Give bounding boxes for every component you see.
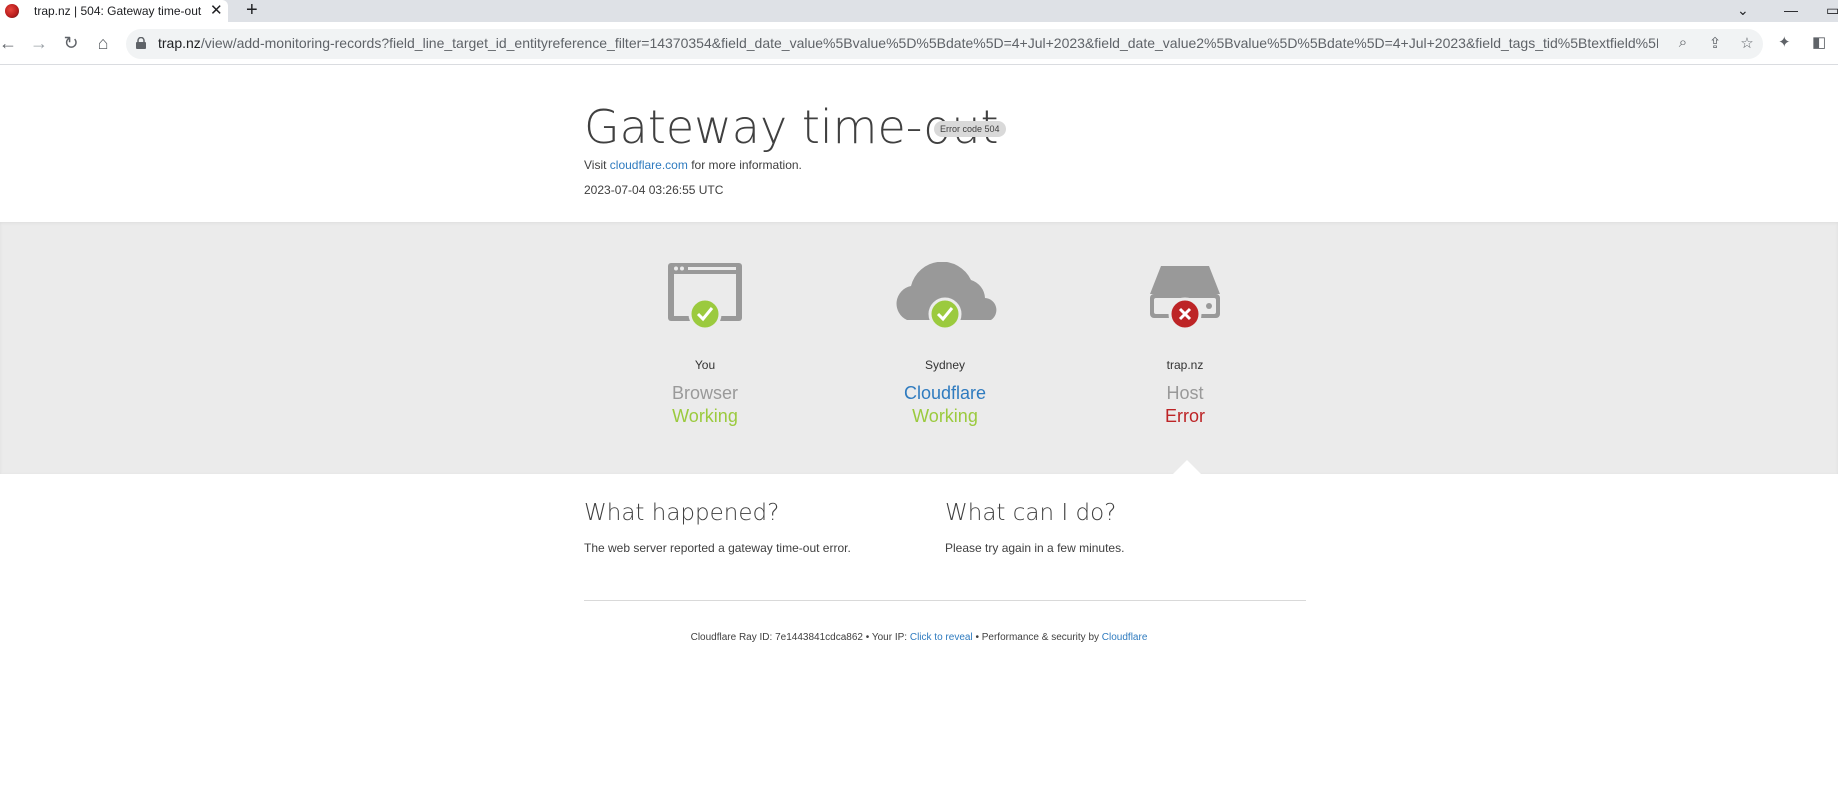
visit-line: Visit cloudflare.com for more informatio… (584, 158, 802, 172)
visit-suffix: for more information. (691, 158, 802, 172)
what-happened-section: What happened? The web server reported a… (584, 500, 924, 555)
status-place: Sydney (924, 358, 966, 372)
maximize-icon[interactable]: ▭ (1826, 0, 1838, 22)
status-role: Cloudflare (903, 383, 987, 403)
visit-prefix: Visit (584, 158, 607, 172)
tab-search-icon[interactable]: ⌄ (1737, 0, 1749, 22)
cloud-icon (896, 262, 997, 328)
minimize-icon[interactable]: — (1784, 0, 1798, 22)
ray-id-label: Cloudflare Ray ID: (690, 632, 773, 643)
home-icon[interactable]: ⌂ (91, 31, 115, 55)
status-place: You (694, 358, 716, 372)
what-can-i-do-text: Please try again in a few minutes. (945, 541, 1125, 555)
footer-separator: • (975, 632, 979, 643)
ip-label: Your IP: (871, 632, 908, 643)
reload-icon[interactable]: ↻ (59, 31, 83, 55)
share-icon[interactable]: ⇪ (1705, 34, 1725, 52)
status-state: Error (1165, 406, 1205, 426)
what-can-i-do-section: What can I do? Please try again in a few… (945, 500, 1285, 555)
what-happened-text: The web server reported a gateway time-o… (584, 541, 851, 555)
status-role: Host (1166, 383, 1204, 403)
cloudflare-link[interactable]: cloudflare.com (610, 158, 688, 172)
status-diagram: You Browser Working Sydney Cloudflare Wo… (0, 222, 1838, 474)
status-role: Browser (671, 383, 738, 403)
what-can-i-do-heading: What can I do? (945, 500, 1117, 526)
url-text[interactable]: trap.nz/view/add-monitoring-records?fiel… (158, 35, 1658, 51)
trapnz-favicon-icon (5, 4, 19, 18)
lock-icon[interactable] (136, 37, 146, 49)
url-path: /view/add-monitoring-records?field_line_… (200, 35, 1658, 51)
tab-close-icon[interactable]: ✕ (210, 1, 223, 21)
status-place: trap.nz (1166, 358, 1204, 372)
back-icon[interactable]: ← (0, 31, 20, 55)
side-panel-icon[interactable]: ◧ (1812, 33, 1826, 51)
new-tab-button[interactable]: + (246, 0, 258, 21)
server-drive-icon (1150, 266, 1220, 328)
cloudflare-footer: Cloudflare Ray ID: 7e1443841cdca862 • Yo… (0, 632, 1838, 643)
address-bar[interactable]: trap.nz/view/add-monitoring-records?fiel… (126, 29, 1763, 59)
url-host: trap.nz (158, 35, 201, 51)
footer-divider (584, 600, 1306, 601)
error-code-badge: Error code 504 (934, 121, 1006, 137)
status-state: Working (672, 406, 738, 426)
ray-id: 7e1443841cdca862 (775, 632, 863, 643)
zoom-icon[interactable]: ⌕ (1673, 34, 1693, 51)
error-timestamp: 2023-07-04 03:26:55 UTC (584, 183, 724, 197)
forward-icon[interactable]: → (27, 31, 51, 55)
performance-label: Performance & security by (981, 632, 1100, 643)
status-state: Working (912, 406, 978, 426)
footer-separator: • (865, 632, 870, 643)
cloudflare-footer-link[interactable]: Cloudflare (1102, 632, 1148, 643)
browser-toolbar: ← → ↻ ⌂ trap.nz/view/add-monitoring-reco… (0, 22, 1838, 65)
active-tab[interactable]: trap.nz | 504: Gateway time-out ✕ (0, 0, 228, 22)
error-pointer-arrow (1173, 460, 1201, 474)
extensions-icon[interactable]: ✦ (1778, 33, 1791, 51)
tab-title: trap.nz | 504: Gateway time-out (34, 4, 202, 18)
browser-window-icon (668, 263, 742, 328)
tab-strip: trap.nz | 504: Gateway time-out ✕ + ⌄ — … (0, 0, 1838, 22)
reveal-ip-link[interactable]: Click to reveal (910, 632, 973, 643)
what-happened-heading: What happened? (584, 500, 780, 526)
bookmark-star-icon[interactable]: ☆ (1737, 34, 1757, 52)
